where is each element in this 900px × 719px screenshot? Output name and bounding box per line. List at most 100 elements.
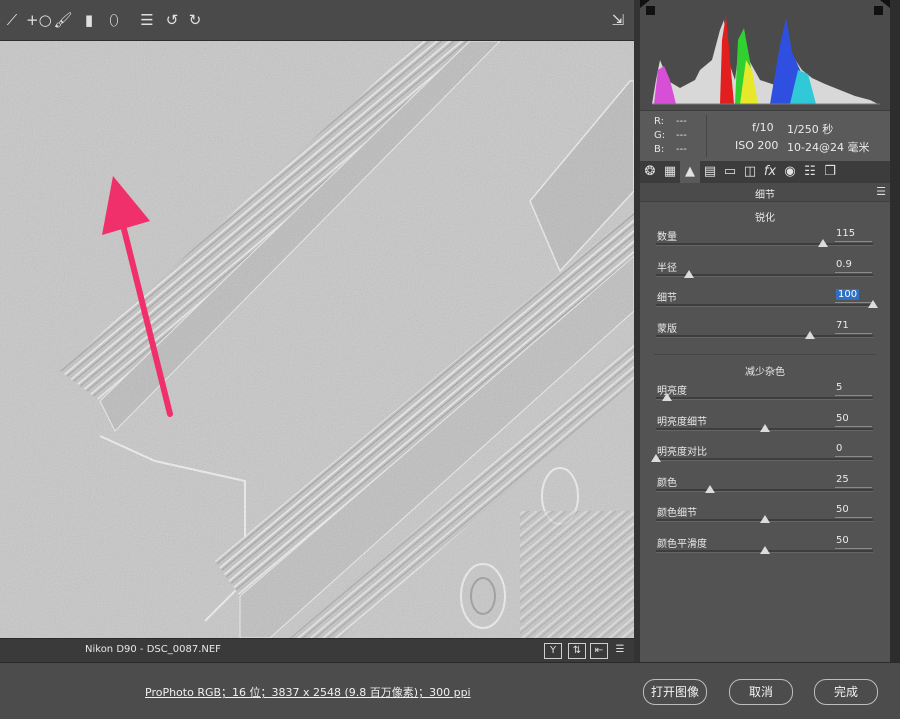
slider-value-field[interactable]: 50 [836,535,872,546]
slider-value-underline [835,486,872,488]
section-title: 细节 [755,190,775,201]
rotate-cw-icon[interactable]: ↻ [185,10,205,30]
slider-track[interactable] [656,304,873,307]
slider-thumb[interactable] [805,330,816,339]
panel-menu-icon[interactable]: ☰ [876,185,886,198]
slider-value-field[interactable]: 25 [836,474,872,485]
slider-thumb[interactable] [759,423,770,432]
split-toning-tab-icon[interactable]: ▭ [720,161,740,183]
camera-info: R: --- G: --- B: --- f/10 1/250 秒 ISO 20… [640,110,890,161]
slider-value-underline [835,517,872,518]
done-button[interactable]: 完成 [814,679,878,705]
exif-separator [706,115,707,157]
slider-thumb[interactable] [868,300,878,308]
snapshots-tab-icon[interactable]: ❐ [820,161,840,183]
slider-value-field[interactable]: 71 [836,320,872,331]
iso-value: ISO 200 [735,139,779,152]
cancel-button[interactable]: 取消 [729,679,793,705]
slider-label: 明亮度细节 [657,416,707,428]
slider-thumb[interactable] [818,239,829,247]
b-value: --- [676,144,687,155]
radial-filter-icon[interactable]: ⬯ [104,10,124,30]
tone-curve-tab-icon[interactable]: ▦ [660,161,680,183]
slider-value-underline [835,332,872,334]
group-separator [654,354,876,355]
spot-removal-tool-icon[interactable]: +○ [26,10,52,30]
slider-value-field[interactable]: 5 [836,382,872,393]
g-value: --- [676,130,687,141]
camera-calibration-tab-icon[interactable]: ◉ [780,161,800,183]
slider-label: 颜色细节 [657,508,697,519]
before-after-toggle-icon[interactable]: Y [544,643,562,659]
slider-label: 蒙版 [657,323,677,335]
sharpen-title: 锐化 [755,213,775,224]
panel-tabs: ❂ ▦ ▲ ▤ ▭ ◫ fx ◉ ☷ ❐ [640,161,890,183]
g-label: G: [654,130,666,141]
basic-tab-icon[interactable]: ❂ [640,161,660,183]
adjustment-brush-icon[interactable]: 🖌︎ [53,10,73,30]
slider-label: 数量 [657,232,677,243]
file-name-label: Nikon D90 - DSC_0087.NEF [85,644,221,655]
slider-track[interactable] [656,243,873,246]
r-value: --- [676,116,687,127]
tool-bar: ⟋ +○ 🖌︎ ▮ ⬯ ☰ ↺ ↻ ⇲ [0,0,640,41]
slider-thumb[interactable] [683,269,694,278]
slider-value-underline [835,241,872,242]
slider-value-field[interactable]: 50 [836,413,872,424]
slider-track[interactable] [656,458,873,461]
r-label: R: [654,116,665,127]
slider-track[interactable] [656,397,873,400]
slider-value-underline [835,547,872,549]
preview-preferences-icon[interactable]: ☰ [612,643,628,657]
slider-value-field[interactable]: 115 [836,228,872,239]
section-header: 细节 ☰ [640,183,890,202]
aperture-value: f/10 [752,121,774,134]
b-label: B: [654,144,665,155]
hsl-tab-icon[interactable]: ▤ [700,161,720,183]
open-image-button[interactable]: 打开图像 [643,679,707,705]
image-preview[interactable] [0,41,634,638]
swap-settings-icon[interactable]: ⇅ [568,643,586,659]
slider-track[interactable] [656,488,873,492]
noise-reduction-title: 减少杂色 [745,367,785,378]
white-balance-tool-icon[interactable]: ⟋ [2,10,22,30]
presets-tab-icon[interactable]: ☷ [800,161,820,183]
slider-value-underline [835,395,872,396]
open-in-photoshop-icon[interactable]: ⇲ [608,10,628,30]
highlight-clip-warning[interactable] [874,6,883,15]
rotate-ccw-icon[interactable]: ↺ [162,10,182,30]
slider-thumb[interactable] [661,393,672,401]
histogram [640,0,890,110]
slider-value-field[interactable]: 0 [836,443,872,454]
bottom-bar: ProPhoto RGB；16 位；3837 x 2548 (9.8 百万像素)… [0,662,900,719]
slider-label: 颜色平滑度 [657,538,707,550]
presets-list-icon[interactable]: ☰ [137,10,157,30]
workflow-options-link[interactable]: ProPhoto RGB；16 位；3837 x 2548 (9.8 百万像素)… [145,684,471,700]
slider-thumb[interactable] [705,484,716,493]
slider-value-field[interactable]: 100 [836,289,860,300]
slider-value-field[interactable]: 50 [836,504,872,515]
right-edge [890,0,900,662]
slider-thumb[interactable] [759,515,770,523]
slider-value-underline [835,456,872,457]
slider-value-underline [835,271,872,273]
shadow-clip-warning[interactable] [646,6,655,15]
slider-thumb[interactable] [759,545,770,554]
slider-track[interactable] [656,334,873,338]
lens-corrections-tab-icon[interactable]: ◫ [740,161,760,183]
lens-value: 10-24@24 毫米 [787,141,870,154]
copy-settings-icon[interactable]: ⇤ [590,643,608,659]
adjustment-panel: R: --- G: --- B: --- f/10 1/250 秒 ISO 20… [640,0,890,662]
graduated-filter-icon[interactable]: ▮ [79,10,99,30]
slider-label: 细节 [657,293,677,304]
slider-value-field[interactable]: 0.9 [836,259,872,270]
shutter-value: 1/250 秒 [787,123,834,136]
slider-label: 明亮度对比 [657,447,707,458]
preview-status-bar: Nikon D90 - DSC_0087.NEF Y ⇅ ⇤ ☰ [0,638,640,663]
slider-value-underline [835,425,872,427]
detail-tab-icon[interactable]: ▲ [680,161,700,183]
effects-tab-icon[interactable]: fx [760,161,780,183]
slider-value-underline [835,302,872,303]
slider-label: 半径 [657,262,677,274]
slider-thumb[interactable] [651,454,661,462]
